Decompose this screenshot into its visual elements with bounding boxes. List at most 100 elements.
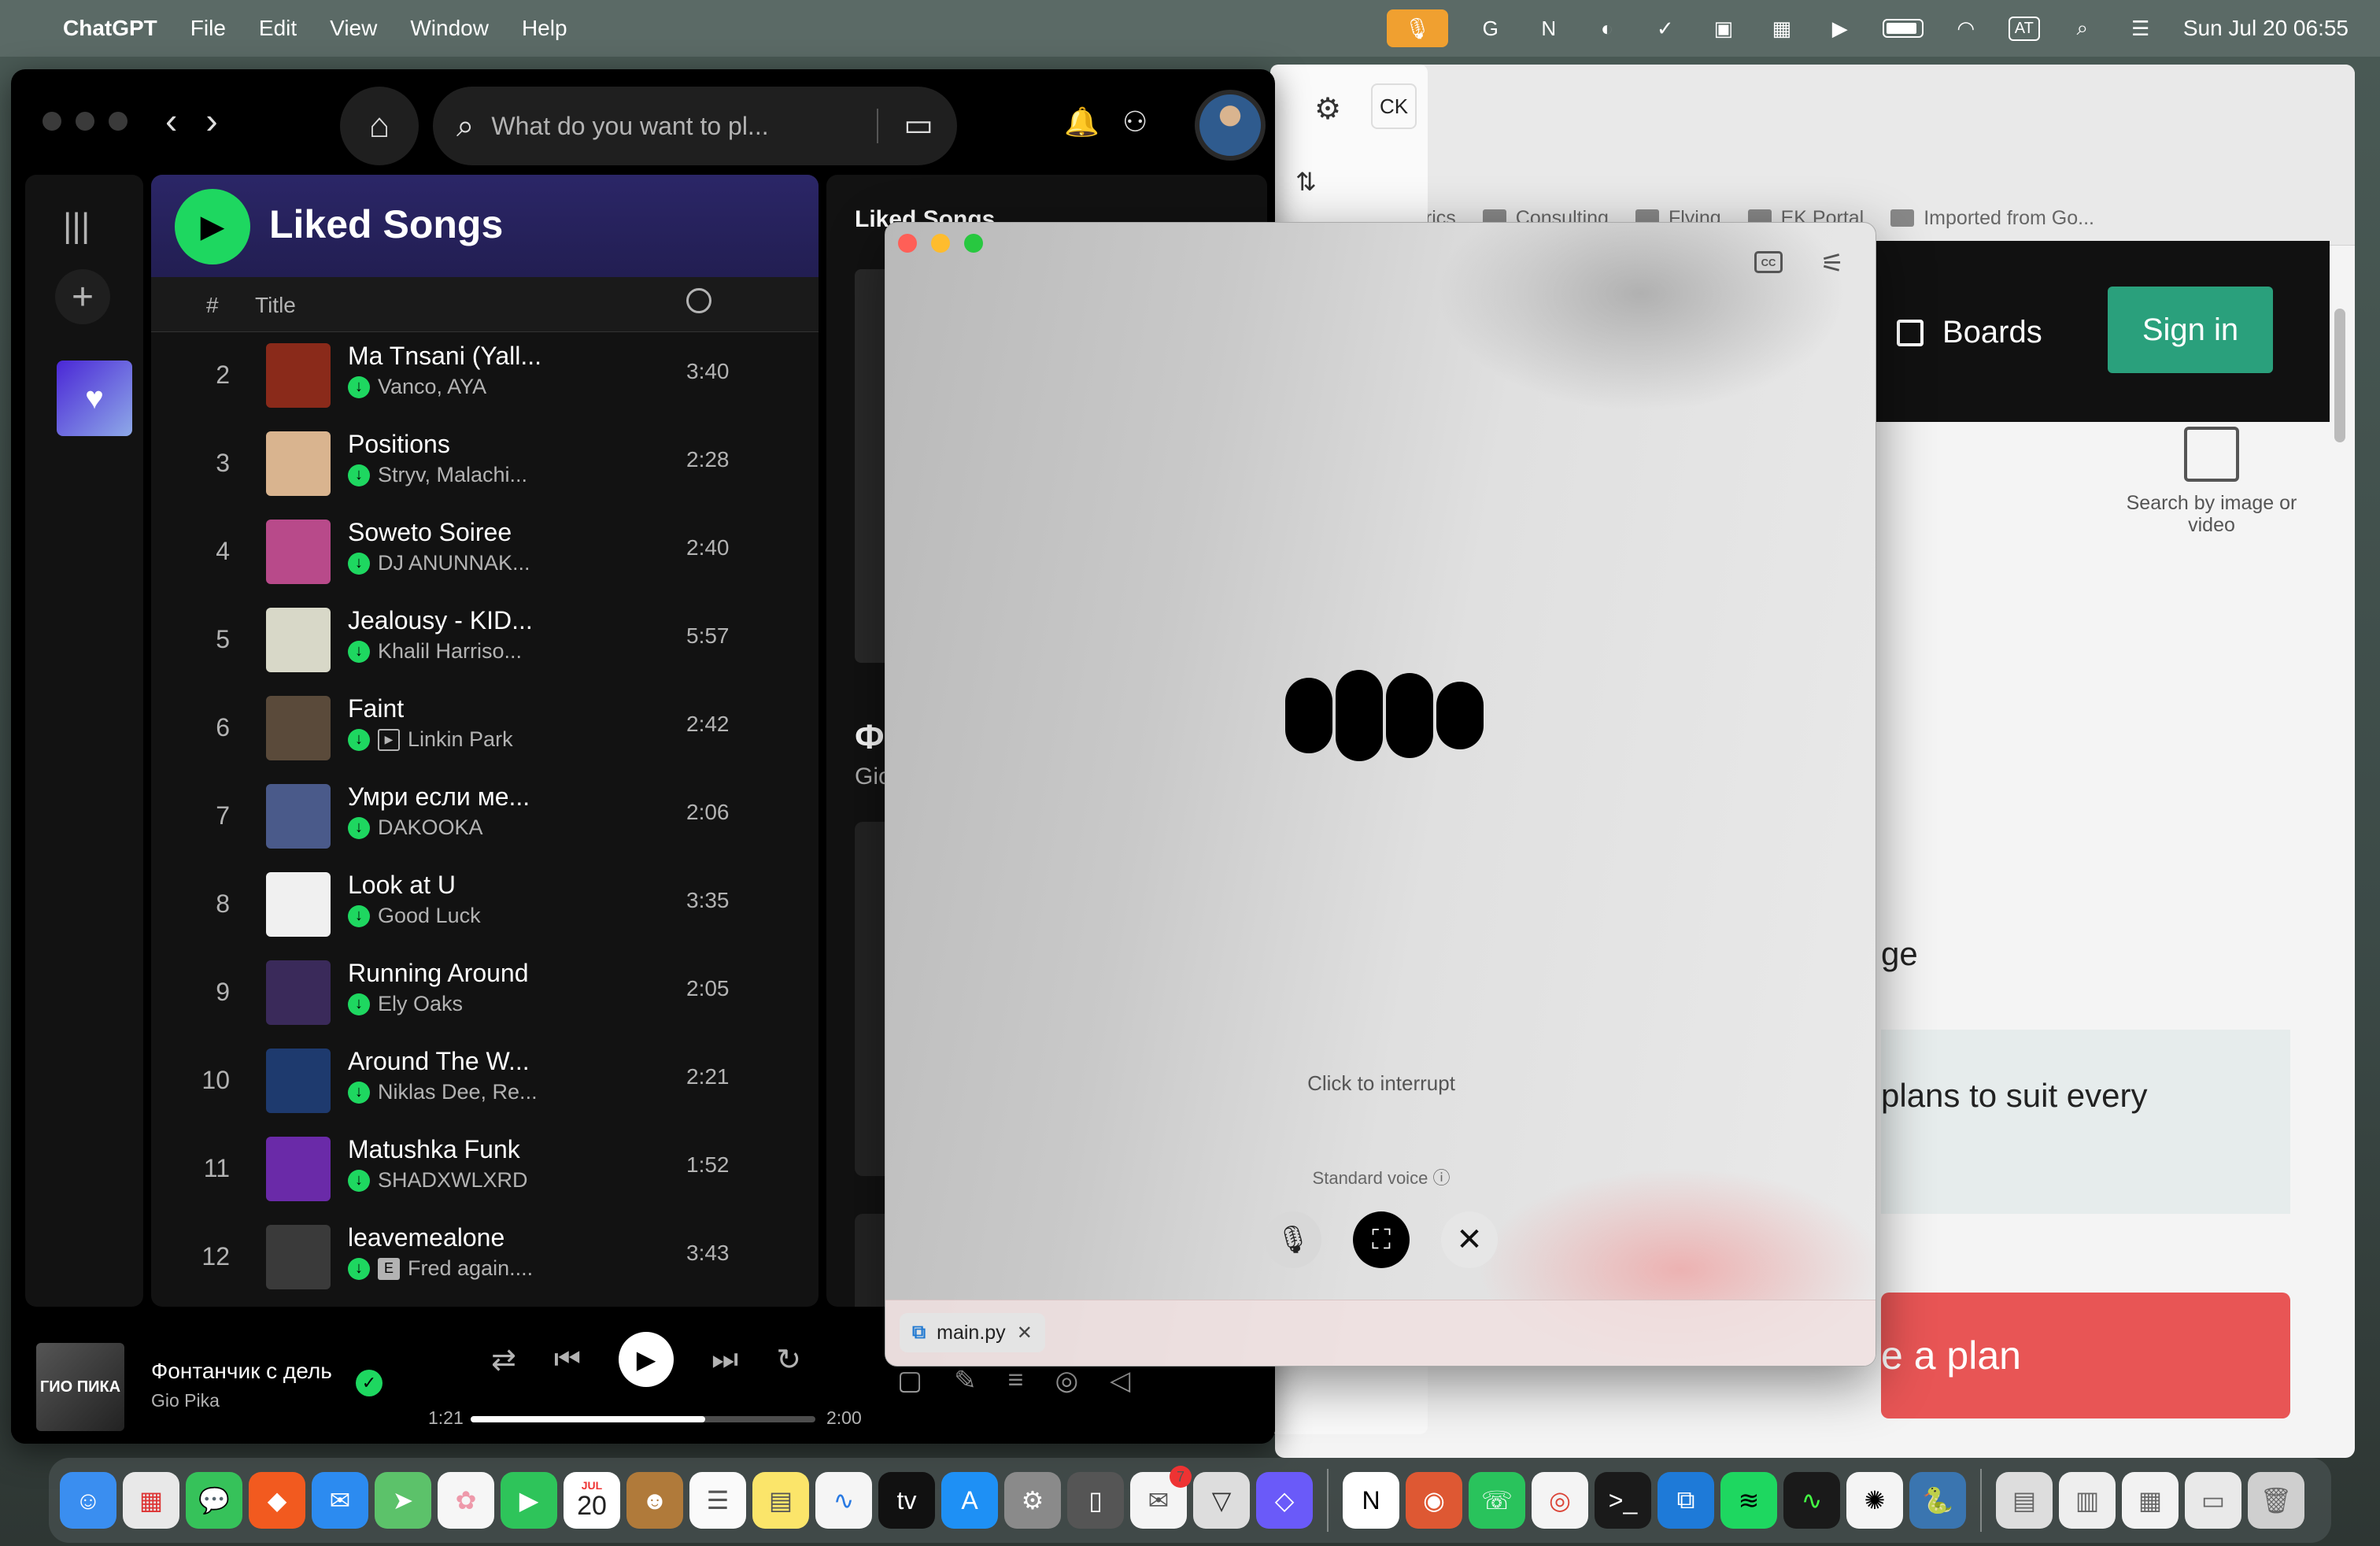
search-by-image-button[interactable]: Search by image or video [2109, 427, 2314, 536]
saved-check-icon[interactable]: ✓ [356, 1370, 382, 1396]
table-row[interactable]: 4 Soweto Soiree ↓ DJ ANUNNAK... 2:40 [151, 513, 819, 601]
table-row[interactable]: 6 Faint ↓ ▶ Linkin Park 2:42 [151, 690, 819, 778]
back-arrow-icon[interactable]: ‹ [165, 99, 177, 142]
connect-device-icon[interactable]: ◎ [1055, 1365, 1078, 1396]
artist-name[interactable]: Vanco, AYA [378, 375, 486, 399]
artist-name[interactable]: DJ ANUNNAK... [378, 551, 530, 575]
notion-app-icon[interactable]: N [1343, 1472, 1399, 1529]
table-row[interactable]: 12 leavemealone ↓ E Fred again.... 3:43 [151, 1219, 819, 1307]
control-center-icon[interactable]: ☰ [2125, 13, 2156, 44]
minimize-window-icon[interactable] [76, 112, 94, 131]
document-stack-icon[interactable]: ▤ [1996, 1472, 2053, 1529]
facetime-icon[interactable]: ▶ [501, 1472, 557, 1529]
track-title[interactable]: Matushka Funk [348, 1135, 520, 1164]
screen-share-button[interactable]: ⛶ [1353, 1211, 1410, 1268]
menu-file[interactable]: File [190, 16, 226, 41]
boards-link[interactable]: Boards [1897, 315, 2042, 350]
grid-icon[interactable]: ▦ [1766, 13, 1798, 44]
close-window-icon[interactable] [42, 112, 61, 131]
activity-monitor-icon[interactable]: ∿ [1783, 1472, 1840, 1529]
artist-name[interactable]: Khalil Harriso... [378, 639, 522, 664]
artist-name[interactable]: Good Luck [378, 904, 481, 928]
friend-activity-icon[interactable]: ⚇ [1122, 105, 1148, 139]
finder-icon[interactable]: ☺ [60, 1472, 116, 1529]
lyrics-icon[interactable]: ✎ [954, 1365, 977, 1396]
spark-mail-icon[interactable]: ✉ 7 [1130, 1466, 1192, 1529]
screenshot-stack-icon[interactable]: ▭ [2185, 1472, 2241, 1529]
sort-icon[interactable]: ⇅ [1295, 167, 1317, 197]
liked-songs-tile[interactable]: ♥ [57, 361, 132, 436]
voice-activity-indicator[interactable] [1285, 670, 1484, 761]
close-window-icon[interactable] [898, 234, 917, 253]
messages-icon[interactable]: 💬 [186, 1472, 242, 1529]
menu-view[interactable]: View [330, 16, 377, 41]
play-button[interactable]: ▶ [619, 1332, 674, 1387]
photos-icon[interactable]: ✿ [438, 1472, 494, 1529]
next-track-icon[interactable]: ⏭ [711, 1343, 738, 1377]
now-playing-title[interactable]: Фонтанчик с дель [151, 1359, 332, 1384]
checkmark-icon[interactable]: ✓ [1650, 13, 1681, 44]
battery-icon[interactable] [1882, 19, 1924, 38]
microphone-button[interactable]: 🎙 [1265, 1211, 1321, 1268]
menu-help[interactable]: Help [522, 16, 567, 41]
menu-app-name[interactable]: ChatGPT [63, 16, 157, 41]
queue-icon[interactable]: ≡ [1008, 1365, 1024, 1396]
maximize-window-icon[interactable] [109, 112, 128, 131]
artist-name[interactable]: Linkin Park [408, 727, 513, 752]
track-title[interactable]: Ma Tnsani (Yall... [348, 342, 541, 371]
keyboard-input-indicator[interactable]: AT [2008, 16, 2040, 41]
brave-icon[interactable]: ◆ [249, 1472, 305, 1529]
shuffle-icon[interactable]: ⇄ [491, 1342, 516, 1378]
end-voice-button[interactable]: ✕ [1441, 1211, 1498, 1268]
python-launcher-icon[interactable]: 🐍 [1909, 1472, 1966, 1529]
document-stack-icon[interactable]: ▥ [2059, 1472, 2116, 1529]
terminal-icon[interactable]: >_ [1595, 1472, 1651, 1529]
create-playlist-button[interactable]: + [55, 269, 110, 324]
wifi-icon[interactable]: ◠ [1950, 13, 1982, 44]
table-row[interactable]: 3 Positions ↓ Stryv, Malachi... 2:28 [151, 425, 819, 513]
repeat-icon[interactable]: ↻ [776, 1342, 801, 1378]
table-row[interactable]: 7 Умри если ме... ↓ DAKOOKA 2:06 [151, 778, 819, 866]
choose-plan-button[interactable]: e a plan [1881, 1293, 2290, 1418]
home-button[interactable]: ⌂ [340, 87, 419, 165]
track-title[interactable]: Look at U [348, 871, 456, 900]
bell-icon[interactable]: 🔔 [1064, 105, 1099, 139]
search-input[interactable]: ⌕ What do you want to pl... ▭ [433, 87, 957, 165]
whatsapp-icon[interactable]: ☏ [1469, 1472, 1525, 1529]
chatgpt-app-icon[interactable]: ✺ [1846, 1472, 1903, 1529]
remove-attachment-icon[interactable]: ✕ [1017, 1322, 1033, 1344]
bookmark-folder[interactable]: Imported from Go... [1890, 207, 2094, 230]
attachment-chip[interactable]: ⧉ main.py ✕ [900, 1313, 1045, 1352]
column-title[interactable]: Title [255, 293, 296, 318]
table-row[interactable]: 11 Matushka Funk ↓ SHADXWLXRD 1:52 [151, 1130, 819, 1219]
table-row[interactable]: 2 Ma Tnsani (Yall... ↓ Vanco, AYA 3:40 [151, 337, 819, 425]
app-store-icon[interactable]: A [941, 1472, 998, 1529]
track-title[interactable]: Jealousy - KID... [348, 606, 533, 635]
menubar-clock[interactable]: Sun Jul 20 06:55 [2183, 16, 2349, 41]
chrome-icon[interactable]: ◎ [1532, 1472, 1588, 1529]
user-avatar[interactable]: CK [1371, 83, 1417, 129]
settings-sliders-icon[interactable]: ⚟ [1820, 248, 1844, 279]
now-playing-cover[interactable]: ГИО ПИКА [36, 1343, 124, 1431]
artist-name[interactable]: Ely Oaks [378, 992, 463, 1016]
artist-name[interactable]: Fred again.... [408, 1256, 533, 1281]
sign-in-button[interactable]: Sign in [2108, 287, 2273, 373]
play-playlist-button[interactable]: ▶ [175, 189, 250, 264]
iphone-mirroring-icon[interactable]: ▯ [1067, 1472, 1124, 1529]
menu-window[interactable]: Window [410, 16, 489, 41]
track-title[interactable]: Soweto Soiree [348, 518, 512, 547]
apple-tv-icon[interactable]: tv [878, 1472, 935, 1529]
table-row[interactable]: 5 Jealousy - KID... ↓ Khalil Harriso... 5:57 [151, 601, 819, 690]
freeform-icon[interactable]: ∿ [815, 1472, 872, 1529]
maximize-window-icon[interactable] [964, 234, 983, 253]
mail-icon[interactable]: ✉ [312, 1472, 368, 1529]
voice-mode-label[interactable]: Standard voice ⓘ [885, 1164, 1876, 1189]
now-playing-artist[interactable]: Gio Pika [151, 1390, 220, 1411]
profile-avatar[interactable] [1195, 90, 1266, 161]
contacts-icon[interactable]: ☻ [626, 1472, 683, 1529]
system-settings-icon[interactable]: ⚙ [1004, 1472, 1061, 1529]
minimize-window-icon[interactable] [931, 234, 950, 253]
interrupt-hint[interactable]: Click to interrupt [885, 1071, 1876, 1096]
track-title[interactable]: Around The W... [348, 1047, 530, 1076]
scrollbar[interactable] [2334, 309, 2345, 442]
